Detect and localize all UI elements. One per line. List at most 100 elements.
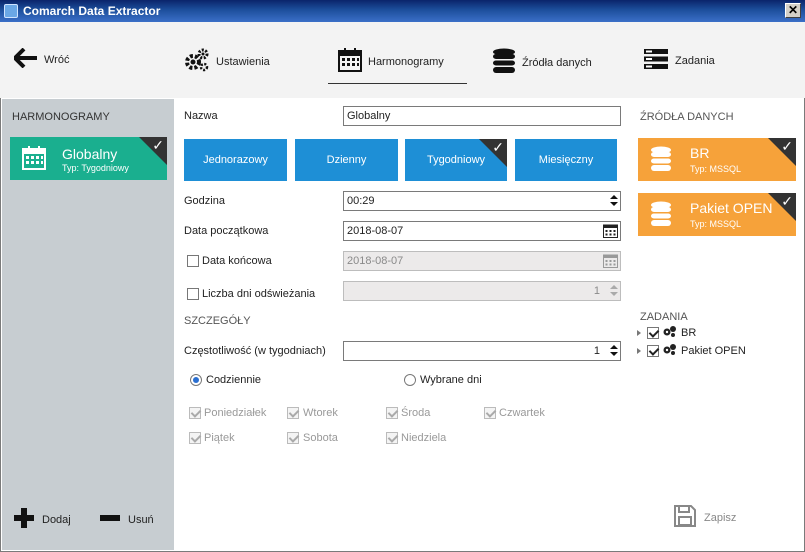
day-checkbox-thursday (484, 407, 496, 419)
schedules-label: Harmonogramy (368, 55, 444, 68)
day-checkbox-sunday (386, 432, 398, 444)
schedules-sidebar: HARMONOGRAMY Globalny Typ: Tygodniowy ✓ (2, 99, 174, 550)
source-card-pakiet-open[interactable]: Pakiet OPEN Typ: MSSQL ✓ (638, 193, 796, 236)
day-label-tuesday: Wtorek (303, 407, 338, 419)
time-field[interactable]: 00:29 (343, 191, 621, 211)
check-icon: ✓ (781, 193, 793, 209)
save-button[interactable]: Zapisz (674, 505, 736, 530)
tasks-label: Zadania (675, 54, 715, 67)
calendar-icon (338, 48, 362, 75)
tab-data-sources[interactable]: Źródła danych (492, 48, 592, 77)
end-date-value: 2018-08-07 (347, 255, 404, 267)
day-checkbox-wednesday (386, 407, 398, 419)
interval-label: Częstotliwość (w tygodniach) (184, 345, 326, 357)
task-checkbox[interactable] (647, 326, 659, 339)
day-label-monday: Poniedziałek (204, 407, 267, 419)
interval-value: 1 (593, 345, 600, 357)
active-tab-indicator (328, 83, 467, 84)
check-icon: ✓ (781, 138, 793, 154)
day-label-thursday: Czwartek (499, 407, 545, 419)
task-label: BR (681, 326, 697, 339)
freq-button-monthly[interactable]: Miesięczny (515, 139, 617, 181)
data-sources-label: Źródła danych (522, 56, 592, 69)
source-type: Typ: MSSQL (690, 164, 742, 174)
time-spinner[interactable] (610, 194, 618, 208)
start-date-value: 2018-08-07 (347, 225, 404, 237)
interval-field[interactable]: 1 (343, 341, 621, 361)
refresh-days-value: 1 (593, 285, 600, 297)
add-label: Dodaj (42, 513, 71, 526)
expand-arrow-icon[interactable] (637, 329, 641, 336)
radio-daily[interactable] (190, 374, 202, 386)
day-label-wednesday: Środa (401, 407, 431, 419)
app-icon (4, 4, 18, 18)
remove-label: Usuń (128, 513, 154, 526)
start-date-label: Data początkowa (184, 225, 269, 237)
task-icon (663, 343, 677, 358)
check-icon: ✓ (492, 139, 504, 155)
plus-icon (14, 508, 34, 531)
database-icon (650, 146, 672, 175)
radio-selected-days[interactable] (404, 374, 416, 386)
gears-icon (184, 48, 210, 75)
source-type: Typ: MSSQL (690, 219, 742, 229)
back-button[interactable]: Wróć (12, 47, 70, 71)
radio-selected-days-label: Wybrane dni (420, 374, 482, 386)
sources-header: ŹRÓDŁA DANYCH (640, 111, 734, 123)
day-label-saturday: Sobota (303, 432, 338, 444)
floppy-disk-icon (674, 505, 696, 530)
refresh-days-label: Liczba dni odświeżania (202, 288, 316, 300)
weekly-label: Tygodniowy (426, 154, 486, 166)
toolbar: Wróć Ustawienia Harmonogramy Źródła dany… (0, 22, 805, 98)
day-checkbox-saturday (287, 432, 299, 444)
source-name: Pakiet OPEN (690, 200, 773, 216)
minus-icon (100, 508, 120, 531)
tab-tasks[interactable]: Zadania (643, 48, 715, 73)
source-card-br[interactable]: BR Typ: MSSQL ✓ (638, 138, 796, 181)
interval-spinner[interactable] (610, 344, 618, 358)
task-row-pakiet-open[interactable]: Pakiet OPEN (637, 343, 746, 358)
schedule-type: Typ: Tygodniowy (62, 163, 129, 173)
freq-button-weekly[interactable]: Tygodniowy ✓ (405, 139, 507, 181)
close-button[interactable]: ✕ (785, 3, 801, 18)
settings-label: Ustawienia (216, 55, 270, 68)
tab-settings[interactable]: Ustawienia (184, 48, 270, 75)
task-label: Pakiet OPEN (681, 344, 746, 357)
task-icon (663, 325, 677, 340)
start-date-field[interactable]: 2018-08-07 (343, 221, 621, 241)
name-field[interactable] (343, 106, 621, 126)
sidebar-header: HARMONOGRAMY (12, 111, 110, 123)
day-label-sunday: Niedziela (401, 432, 447, 444)
schedule-name: Globalny (62, 146, 118, 162)
end-date-label: Data końcowa (202, 255, 272, 267)
refresh-days-checkbox[interactable] (187, 288, 199, 300)
database-icon (650, 201, 672, 230)
check-icon: ✓ (152, 137, 164, 153)
back-label: Wróć (44, 53, 70, 66)
refresh-spinner (610, 284, 618, 298)
end-date-checkbox[interactable] (187, 255, 199, 267)
end-date-field: 2018-08-07 (343, 251, 621, 271)
tasks-header: ZADANIA (640, 311, 688, 323)
task-checkbox[interactable] (647, 344, 659, 357)
expand-arrow-icon[interactable] (637, 347, 641, 354)
remove-schedule-button[interactable]: Usuń (100, 508, 154, 531)
task-row-br[interactable]: BR (637, 325, 696, 340)
day-checkbox-monday (189, 407, 201, 419)
window-title: Comarch Data Extractor (23, 4, 161, 18)
name-label: Nazwa (184, 110, 218, 122)
freq-button-once[interactable]: Jednorazowy (184, 139, 287, 181)
add-schedule-button[interactable]: Dodaj (14, 508, 71, 531)
day-label-friday: Piątek (204, 432, 235, 444)
calendar-icon (22, 146, 46, 173)
freq-button-daily[interactable]: Dzienny (295, 139, 398, 181)
day-checkbox-tuesday (287, 407, 299, 419)
database-icon (492, 48, 516, 77)
calendar-picker-icon[interactable] (603, 223, 618, 241)
details-header: SZCZEGÓŁY (184, 315, 251, 327)
schedule-card-globalny[interactable]: Globalny Typ: Tygodniowy ✓ (10, 137, 167, 180)
refresh-days-field: 1 (343, 281, 621, 301)
calendar-picker-icon (603, 253, 618, 271)
tab-schedules[interactable]: Harmonogramy (338, 48, 444, 75)
server-icon (643, 48, 669, 73)
